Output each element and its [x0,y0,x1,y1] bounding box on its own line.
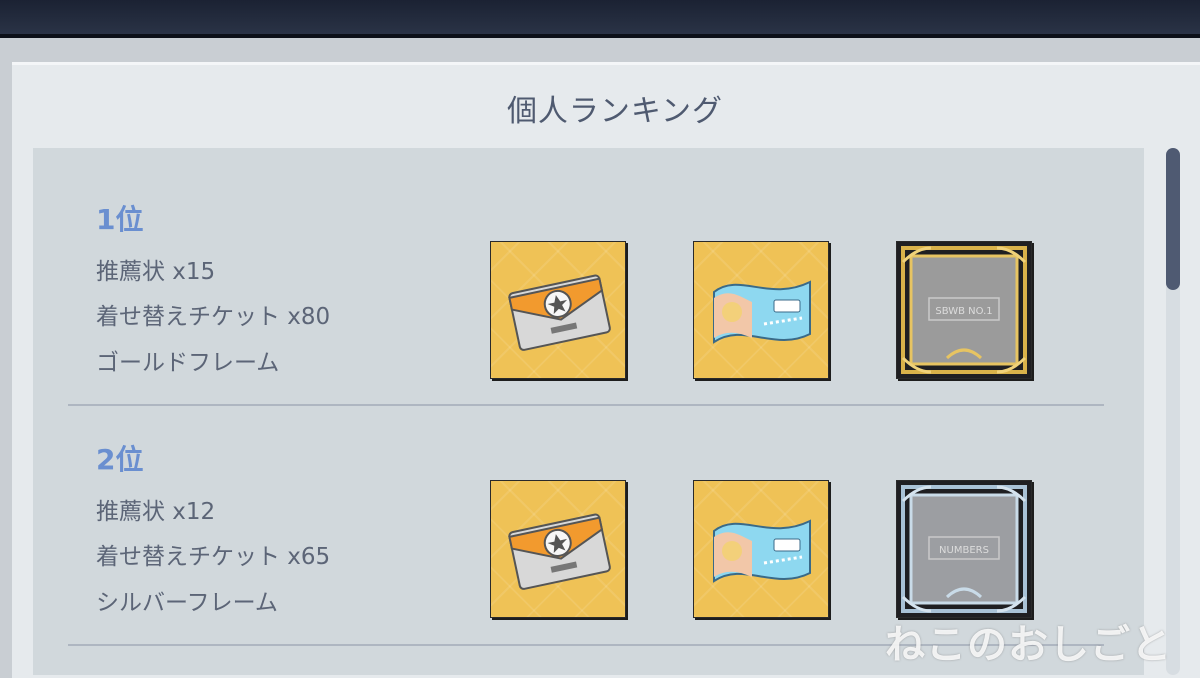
reward-item-costume-ticket[interactable] [693,480,829,618]
frame-text: NUMBERS [939,545,989,556]
panel-title: 個人ランキング [506,94,724,129]
scrollbar[interactable] [1166,148,1180,675]
reward-text: シルバーフレーム [96,590,278,616]
reward-text: 着せ替えチケット x65 [96,544,331,570]
reward-text: ゴールドフレーム [96,350,280,376]
reward-item-silver-frame[interactable]: NUMBERS [896,480,1032,618]
rank-label: 2位 [96,443,144,476]
reward-text: 推薦状 x15 [96,259,216,285]
ranking-list[interactable]: 1位 推薦状 x15 着せ替えチケット x80 ゴールドフレーム SBWB NO… [33,148,1144,675]
costume-ticket-icon [713,519,811,583]
reward-text: 推薦状 x12 [96,499,216,525]
reward-item-recommendation-letter[interactable] [490,480,626,618]
gold-frame-icon: SBWB NO.1 [901,246,1027,374]
reward-text: 着せ替えチケット x80 [96,304,331,330]
ranking-row-1: 1位 推薦状 x15 着せ替えチケット x80 ゴールドフレーム SBWB NO… [33,148,1144,388]
reward-item-costume-ticket[interactable] [693,241,829,379]
reward-item-recommendation-letter[interactable] [490,241,626,379]
rank-label: 1位 [96,203,144,236]
recommendation-letter-icon [508,274,611,351]
costume-ticket-icon [713,280,811,344]
reward-item-gold-frame[interactable]: SBWB NO.1 [896,241,1032,379]
scroll-thumb[interactable] [1166,148,1180,290]
silver-frame-icon: NUMBERS [901,485,1027,613]
recommendation-letter-icon [508,513,611,590]
ranking-row-2: 2位 推薦状 x12 着せ替えチケット x65 シルバーフレーム NUMBERS [33,388,1144,628]
watermark: ねこのおしごと [885,622,1172,668]
frame-text: SBWB NO.1 [935,306,992,317]
top-bar [0,0,1200,38]
